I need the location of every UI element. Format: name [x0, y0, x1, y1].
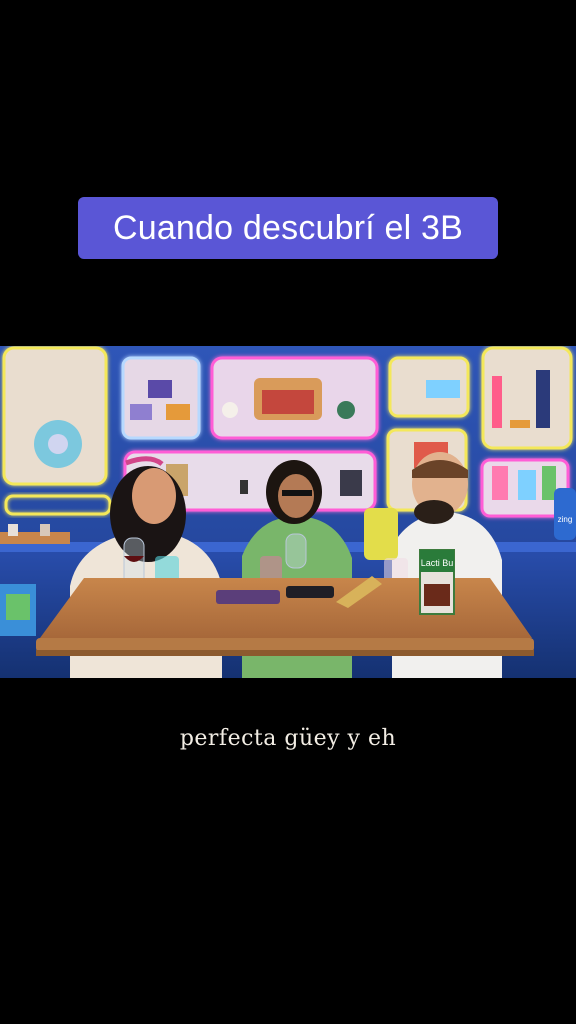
right-bottle-label: zing [558, 515, 573, 524]
studio-scene: zing Lacti Bu [0, 346, 576, 678]
juice-box-label: Lacti Bu [421, 558, 454, 568]
right-bottle: zing [554, 488, 576, 540]
shelf-top-right [388, 356, 470, 418]
video-caption-banner: Cuando descubrí el 3B [78, 197, 498, 259]
juice-box: Lacti Bu [419, 549, 455, 615]
caption-text: Cuando descubrí el 3B [112, 208, 464, 247]
shelf-top-center [210, 356, 379, 440]
shelf-far-left [2, 346, 108, 486]
video-frame[interactable]: zing Lacti Bu [0, 346, 576, 678]
video-subtitle: perfecta güey y eh [0, 726, 576, 751]
table [36, 578, 534, 656]
shelf-top-small-left [121, 356, 201, 440]
subtitle-text: perfecta güey y eh [179, 726, 397, 751]
shelf-far-right [481, 346, 573, 450]
